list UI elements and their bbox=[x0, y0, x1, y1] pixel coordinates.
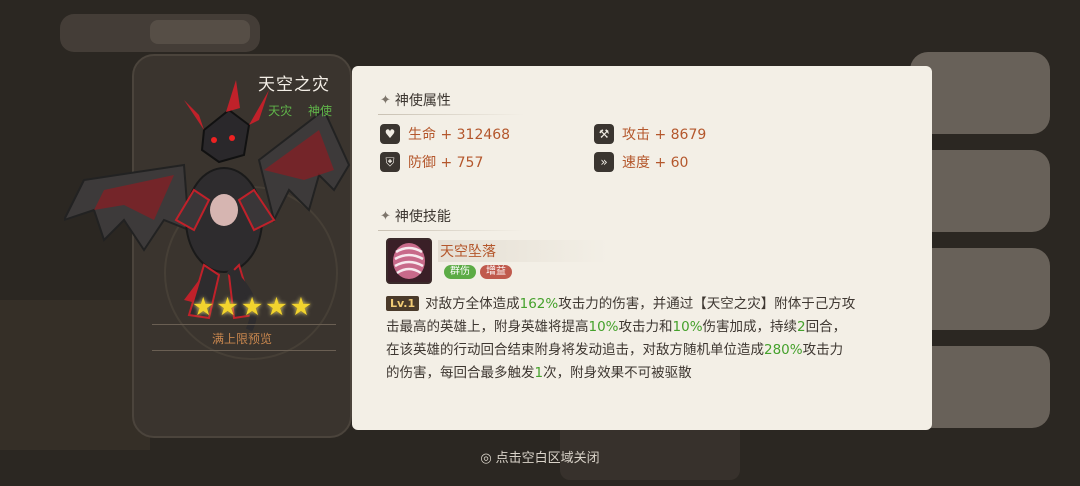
star-rating: ★ ★ ★ ★ ★ bbox=[192, 294, 312, 319]
skill-name: 天空坠落 bbox=[440, 244, 496, 260]
stat-attack-value: 攻击 + 8679 bbox=[622, 127, 707, 143]
target-circle-icon: ◎ bbox=[480, 451, 492, 466]
background-label bbox=[150, 20, 250, 44]
skill-tag-buff: 增益 bbox=[480, 265, 512, 279]
stat-defense-value: 防御 + 757 bbox=[408, 155, 484, 171]
section-divider bbox=[378, 114, 524, 115]
sparkle-icon: ✦ bbox=[380, 92, 391, 108]
shield-icon: ⛨ bbox=[380, 152, 400, 172]
skill-icon[interactable] bbox=[386, 238, 432, 284]
hero-tags: 天灾 神使 bbox=[256, 102, 332, 119]
skill-level-badge: Lv.1 bbox=[386, 296, 420, 311]
skill-title: ✦ 神使技能 bbox=[380, 206, 451, 226]
stat-speed: » 速度 + 60 bbox=[594, 152, 688, 172]
heart-icon: ♥ bbox=[380, 124, 400, 144]
star-icon: ★ bbox=[265, 292, 288, 321]
boot-icon: » bbox=[594, 152, 614, 172]
star-icon: ★ bbox=[289, 292, 313, 321]
close-hint-text: 点击空白区域关闭 bbox=[495, 451, 600, 466]
divider bbox=[152, 324, 336, 325]
desc-highlight-value: 162% bbox=[519, 296, 559, 312]
desc-highlight-value: 10% bbox=[672, 319, 703, 335]
stat-attack: ⚒ 攻击 + 8679 bbox=[594, 124, 706, 144]
desc-text-segment: 伤害加成，持续 bbox=[702, 319, 798, 335]
attributes-title: ✦ 神使属性 bbox=[380, 90, 451, 110]
hero-card: 天空之灾 天灾 神使 ★ ★ ★ ★ ★ 满上限预览 bbox=[64, 54, 352, 438]
stat-defense: ⛨ 防御 + 757 bbox=[380, 152, 483, 172]
desc-highlight-value: 280% bbox=[764, 342, 803, 358]
desc-highlight-value: 10% bbox=[588, 319, 619, 335]
hero-name: 天空之灾 bbox=[258, 75, 330, 95]
skill-title-text: 神使技能 bbox=[394, 209, 451, 225]
axe-icon: ⚒ bbox=[594, 124, 614, 144]
star-icon: ★ bbox=[216, 292, 239, 321]
hero-tag: 天灾 bbox=[268, 104, 293, 118]
skill-description-text: 对敌方全体造成162%攻击力的伤害，并通过【天空之灾】附体于己方攻击最高的英雄上… bbox=[386, 296, 855, 381]
desc-highlight-value: 1 bbox=[534, 365, 544, 381]
attributes-title-text: 神使属性 bbox=[394, 93, 451, 109]
close-hint[interactable]: ◎ 点击空白区域关闭 bbox=[0, 447, 1080, 466]
sparkle-icon: ✦ bbox=[380, 208, 391, 224]
desc-text-segment: 攻击力和 bbox=[618, 319, 673, 335]
star-icon: ★ bbox=[192, 292, 215, 321]
desc-highlight-value: 2 bbox=[797, 319, 806, 335]
hero-tag: 神使 bbox=[307, 104, 332, 118]
max-preview-link[interactable]: 满上限预览 bbox=[134, 330, 350, 347]
info-panel: ✦ 神使属性 ♥ 生命 + 312468 ⚒ 攻击 + 8679 ⛨ 防御 + … bbox=[352, 66, 932, 430]
desc-text-segment: 对敌方全体造成 bbox=[425, 296, 520, 312]
stat-hp-value: 生命 + 312468 bbox=[408, 127, 511, 143]
skill-description: Lv.1 对敌方全体造成162%攻击力的伤害，并通过【天空之灾】附体于己方攻击最高… bbox=[386, 293, 856, 385]
section-divider bbox=[378, 230, 524, 231]
skill-tag-aoe: 群伤 bbox=[444, 265, 476, 279]
stat-speed-value: 速度 + 60 bbox=[622, 155, 689, 171]
desc-text-segment: 次，附身效果不可被驱散 bbox=[543, 365, 692, 381]
stat-hp: ♥ 生命 + 312468 bbox=[380, 124, 510, 144]
star-icon: ★ bbox=[240, 292, 264, 321]
divider bbox=[152, 350, 336, 351]
